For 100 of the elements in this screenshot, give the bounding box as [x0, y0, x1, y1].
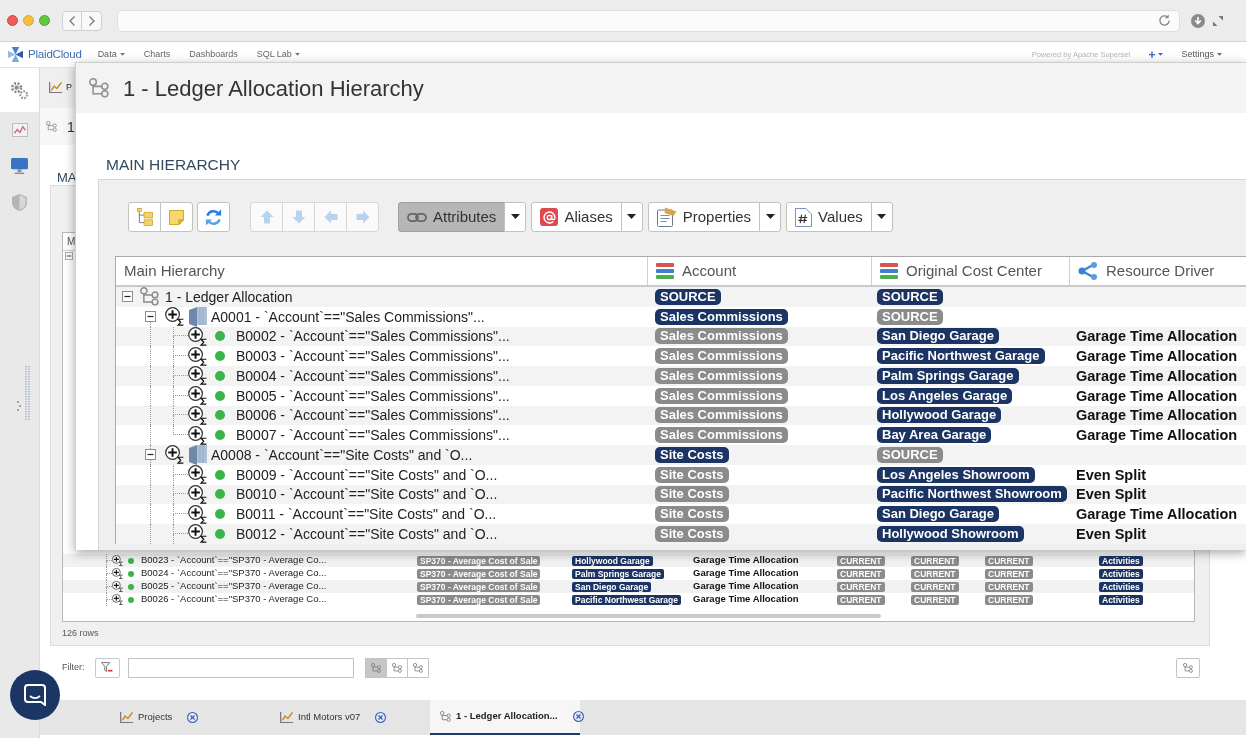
node-label[interactable]: A0001 - `Account`=="Sales Commissions"... — [211, 307, 485, 326]
node-label[interactable]: B0002 - `Account`=="Sales Commissions"... — [236, 327, 510, 346]
hierarchy-icon — [1183, 662, 1193, 673]
dropdown-toggle[interactable] — [504, 202, 527, 232]
toolbar-button[interactable] — [160, 202, 193, 232]
chain-link-icon — [407, 212, 427, 222]
fullscreen-icon[interactable] — [1213, 15, 1223, 26]
nav-menu-item[interactable]: Dashboards — [189, 47, 238, 62]
value-tag: Activities — [1099, 555, 1143, 566]
tab-label[interactable]: P — [66, 81, 72, 95]
reload-icon[interactable] — [1158, 14, 1171, 27]
value-tag: Sales Commissions — [655, 427, 788, 444]
filter-input[interactable] — [127, 657, 354, 678]
window-zoom-icon[interactable] — [39, 15, 50, 26]
hierarchy-icon — [412, 662, 423, 673]
share-nodes-icon — [1078, 262, 1098, 280]
add-menu[interactable]: + — [1148, 45, 1164, 64]
node-label[interactable]: B0003 - `Account`=="Sales Commissions"... — [236, 347, 510, 366]
node-label[interactable]: B0025 - `Account`=="SP370 - Average Co... — [141, 579, 327, 594]
node-label[interactable]: 1 - Ledger Allocation — [165, 287, 293, 306]
node-label[interactable]: B0023 - `Account`=="SP370 - Average Co... — [141, 553, 327, 568]
shield-icon — [12, 193, 27, 211]
node-label[interactable]: B0012 - `Account`=="Site Costs" and `O... — [236, 524, 498, 543]
value-tag: San Diego Garage — [572, 581, 652, 592]
tree-toggle[interactable] — [122, 291, 133, 303]
value-tag: Hollywood Showroom — [877, 525, 1024, 542]
node-label[interactable]: B0026 - `Account`=="SP370 - Average Co... — [141, 592, 327, 607]
note-icon — [169, 209, 184, 225]
value-tag: Pacific Northwest Garage — [572, 594, 681, 605]
menu-button[interactable]: Attributes — [398, 202, 506, 232]
hierarchy-icon — [89, 78, 109, 98]
line-chart-icon — [11, 123, 28, 137]
toolbar-button[interactable] — [128, 202, 161, 232]
column-header[interactable]: Original Cost Center — [872, 257, 1070, 285]
view-toggle[interactable] — [385, 657, 408, 678]
node-label[interactable]: B0007 - `Account`=="Sales Commissions"... — [236, 426, 510, 445]
close-icon[interactable] — [572, 711, 584, 722]
nav-menu-item[interactable]: Settings — [1181, 47, 1222, 62]
at-sign-icon — [540, 208, 559, 226]
menu-button[interactable]: Properties — [647, 202, 761, 232]
value-tag: SOURCE — [655, 288, 721, 305]
node-label[interactable]: B0004 - `Account`=="Sales Commissions"... — [236, 366, 510, 385]
nav-menu-item[interactable]: Charts — [143, 47, 171, 62]
node-label[interactable]: B0006 - `Account`=="Sales Commissions"... — [236, 406, 510, 425]
value-tag: Activities — [1099, 594, 1143, 605]
value-tag: Site Costs — [655, 466, 729, 483]
tree-toggle[interactable] — [145, 449, 156, 461]
value-tag: Site Costs — [655, 446, 729, 463]
window-minimize-icon[interactable] — [23, 15, 34, 26]
node-label[interactable]: B0009 - `Account`=="Site Costs" and `O... — [236, 465, 498, 484]
value-tag: CURRENT — [985, 581, 1033, 592]
horizontal-scrollbar[interactable] — [416, 614, 881, 618]
value-tag: SOURCE — [877, 288, 943, 305]
dropdown-toggle[interactable] — [620, 202, 643, 232]
value-tag: Sales Commissions — [655, 348, 788, 365]
page-tab[interactable]: Intl Motors v07 — [270, 700, 420, 735]
nav-menu-item[interactable]: SQL Lab — [256, 47, 300, 62]
column-header[interactable]: M — [67, 234, 76, 249]
column-header[interactable]: Account — [648, 257, 872, 285]
tree-toggle[interactable] — [65, 252, 73, 260]
driver-text: Garage Time Allocation — [693, 592, 799, 607]
close-icon[interactable] — [375, 712, 387, 723]
resize-handle[interactable] — [17, 366, 30, 421]
hierarchy-icon — [46, 121, 57, 132]
download-icon[interactable] — [1191, 13, 1205, 28]
node-label[interactable]: B0005 - `Account`=="Sales Commissions"... — [236, 386, 510, 405]
close-icon[interactable] — [187, 712, 199, 723]
node-label[interactable]: B0010 - `Account`=="Site Costs" and `O... — [236, 485, 498, 504]
sidebar-item[interactable] — [0, 68, 39, 112]
caret-icon — [877, 214, 887, 220]
logo-text[interactable]: PlaidCloud — [28, 45, 82, 64]
driver-text: Even Split — [1076, 524, 1147, 543]
node-label[interactable]: B0024 - `Account`=="SP370 - Average Co... — [141, 566, 327, 581]
column-header[interactable]: Main Hierarchy — [116, 257, 648, 285]
window-close-icon[interactable] — [7, 15, 18, 26]
logo-icon[interactable] — [8, 47, 23, 62]
filter-button[interactable] — [94, 657, 120, 678]
menu-button[interactable]: Aliases — [531, 202, 622, 232]
view-toggle[interactable] — [364, 657, 387, 678]
dropdown-toggle[interactable] — [759, 202, 782, 232]
menu-button[interactable]: Values — [786, 202, 872, 232]
hierarchy-button[interactable] — [1176, 657, 1200, 678]
value-tag: Activities — [1099, 581, 1143, 592]
value-tag: SP370 - Average Cost of Sale — [417, 581, 541, 592]
hash-document-icon — [795, 207, 813, 227]
dropdown-toggle[interactable] — [870, 202, 893, 232]
node-label[interactable]: B0011 - `Account`=="Site Costs" and `O... — [236, 505, 497, 524]
view-toggle[interactable] — [406, 657, 429, 678]
node-label[interactable]: A0008 - `Account`=="Site Costs" and `O... — [211, 445, 473, 464]
nav-menu-item[interactable]: Data — [97, 47, 125, 62]
page-tab[interactable]: Projects — [110, 700, 260, 735]
hierarchy-icon — [370, 662, 381, 673]
tree-toggle[interactable] — [145, 311, 156, 323]
toolbar-button[interactable] — [197, 202, 230, 232]
refresh-icon — [204, 207, 223, 227]
clipboard-icon — [656, 207, 677, 227]
column-header[interactable]: Resource Driver — [1070, 257, 1246, 285]
value-tag: Palm Springs Garage — [877, 367, 1019, 384]
value-tag: SOURCE — [877, 446, 943, 463]
caret-icon — [510, 214, 520, 220]
